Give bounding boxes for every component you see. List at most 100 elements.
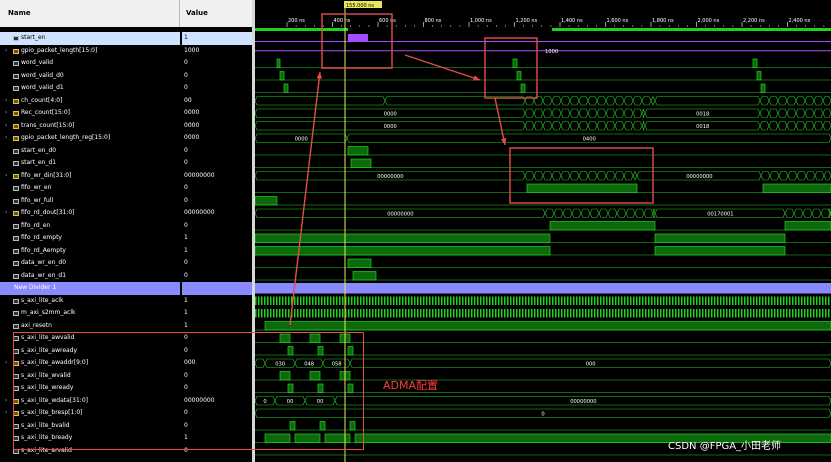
signal-name-cell[interactable]: word_valid_d0: [0, 70, 180, 83]
signal-name-cell[interactable]: start_en: [0, 32, 180, 45]
signal-row[interactable]: fifo_wr_en 0: [0, 182, 256, 195]
signal-row[interactable]: › gpio_packet_length[15:0] 1000: [0, 45, 256, 58]
signal-name-cell[interactable]: m_axi_s2mm_aclk: [0, 307, 180, 320]
signal-name-cell[interactable]: › s_axi_lite_awaddr[9:0]: [0, 357, 180, 370]
signal-value: 0: [184, 409, 188, 416]
signal-name-cell[interactable]: word_valid_d1: [0, 82, 180, 95]
bit-signal-icon: [13, 336, 19, 341]
expand-arrow-icon[interactable]: ›: [5, 357, 7, 370]
signal-row[interactable]: s_axi_lite_awvalid 0: [0, 332, 256, 345]
signal-name-cell[interactable]: s_axi_lite_wvalid: [0, 370, 180, 383]
m-axi-s2mm-aclk-pulse: [612, 309, 614, 318]
signal-name-cell[interactable]: › fifo_rd_dout[31:0]: [0, 207, 180, 220]
signal-row[interactable]: s_axi_lite_wvalid 0: [0, 370, 256, 383]
rec-count-bus-segment: [786, 108, 797, 118]
signal-row[interactable]: start_en_d1 0: [0, 157, 256, 170]
signal-name-cell[interactable]: New Divider 1: [0, 282, 180, 295]
signal-name-cell[interactable]: s_axi_lite_bvalid: [0, 420, 180, 433]
s-axi-lite-aclk-pulse: [414, 296, 416, 305]
signal-name-cell[interactable]: › gpio_packet_length_reg[15:0]: [0, 132, 180, 145]
expand-arrow-icon[interactable]: ›: [5, 170, 7, 183]
signal-name-cell[interactable]: › s_axi_lite_bresp[1:0]: [0, 407, 180, 420]
signal-name-cell[interactable]: fifo_wr_full: [0, 195, 180, 208]
signal-name-cell[interactable]: data_wr_en_d0: [0, 257, 180, 270]
m-axi-s2mm-aclk-pulse: [582, 309, 584, 318]
m-axi-s2mm-aclk-pulse: [579, 309, 581, 318]
expand-arrow-icon[interactable]: ›: [5, 95, 7, 108]
signal-row[interactable]: › fifo_wr_din[31:0] 00000000: [0, 170, 256, 183]
signal-row[interactable]: data_wr_en_d0 0: [0, 257, 256, 270]
signal-name-cell[interactable]: s_axi_lite_aclk: [0, 295, 180, 308]
signal-name-cell[interactable]: s_axi_lite_awvalid: [0, 332, 180, 345]
signal-row[interactable]: data_wr_en_d1 0: [0, 270, 256, 283]
expand-arrow-icon[interactable]: ›: [5, 395, 7, 408]
signal-name-cell[interactable]: › ch_count[4:0]: [0, 95, 180, 108]
signal-row[interactable]: s_axi_lite_arvalid 0: [0, 445, 256, 458]
expand-arrow-icon[interactable]: ›: [5, 132, 7, 145]
signal-name-cell[interactable]: fifo_wr_en: [0, 182, 180, 195]
signal-row[interactable]: › fifo_rd_dout[31:0] 00000000: [0, 207, 256, 220]
signal-row[interactable]: s_axi_lite_bready 1: [0, 432, 256, 445]
signal-name-cell[interactable]: s_axi_lite_wready: [0, 382, 180, 395]
signal-row[interactable]: start_en 1: [0, 32, 256, 45]
signal-row[interactable]: s_axi_lite_awready 0: [0, 345, 256, 358]
expand-arrow-icon[interactable]: ›: [5, 45, 7, 58]
value-column-header[interactable]: Value: [180, 0, 256, 27]
signal-name-cell[interactable]: › trans_count[15:0]: [0, 120, 180, 133]
waveform-canvas[interactable]: 200 ns 400 ns 600 ns 800 ns 1,000 ns 1,200 ns…: [255, 0, 831, 462]
signal-row[interactable]: › trans_count[15:0] 0000: [0, 120, 256, 133]
expand-arrow-icon[interactable]: ›: [5, 207, 7, 220]
signal-row[interactable]: word_valid 0: [0, 57, 256, 70]
expand-arrow-icon[interactable]: ›: [5, 120, 7, 133]
signal-row[interactable]: › s_axi_lite_awaddr[9:0] 000: [0, 357, 256, 370]
signal-row[interactable]: fifo_wr_full 0: [0, 195, 256, 208]
awaddr-bus-value: 048: [304, 361, 314, 367]
signal-name-cell[interactable]: fifo_rd_empty: [0, 232, 180, 245]
m-axi-s2mm-aclk-pulse: [420, 309, 422, 318]
m-axi-s2mm-aclk-pulse: [597, 309, 599, 318]
waveform-panel[interactable]: 200 ns 400 ns 600 ns 800 ns 1,000 ns 1,200 ns…: [255, 0, 831, 462]
signal-row[interactable]: fifo_rd_empty 1: [0, 232, 256, 245]
signal-row[interactable]: › s_axi_lite_bresp[1:0] 0: [0, 407, 256, 420]
signal-row[interactable]: s_axi_lite_aclk 1: [0, 295, 256, 308]
trans-count-bus-segment: [777, 121, 788, 131]
signal-name-cell[interactable]: start_en_d0: [0, 145, 180, 158]
signal-row[interactable]: › s_axi_lite_wdata[31:0] 00000000: [0, 395, 256, 408]
signal-name: s_axi_lite_awaddr[9:0]: [21, 359, 89, 366]
expand-arrow-icon[interactable]: ›: [5, 107, 7, 120]
m-axi-s2mm-aclk-pulse: [270, 309, 272, 318]
signal-row[interactable]: axi_resetn 1: [0, 320, 256, 333]
signal-name-cell[interactable]: word_valid: [0, 57, 180, 70]
signal-row[interactable]: › ch_count[4:0] 00: [0, 95, 256, 108]
signal-name-cell[interactable]: › s_axi_lite_wdata[31:0]: [0, 395, 180, 408]
signal-row[interactable]: s_axi_lite_bvalid 0: [0, 420, 256, 433]
signal-name-cell[interactable]: fifo_rd_Aempty: [0, 245, 180, 258]
signal-name-cell[interactable]: axi_resetn: [0, 320, 180, 333]
signal-row[interactable]: s_axi_lite_wready 0: [0, 382, 256, 395]
expand-arrow-icon[interactable]: ›: [5, 407, 7, 420]
signal-row[interactable]: word_valid_d1 0: [0, 82, 256, 95]
signal-name-cell[interactable]: data_wr_en_d1: [0, 270, 180, 283]
signal-name-cell[interactable]: s_axi_lite_bready: [0, 432, 180, 445]
signal-row[interactable]: m_axi_s2mm_aclk 1: [0, 307, 256, 320]
signal-name-cell[interactable]: start_en_d1: [0, 157, 180, 170]
m-axi-s2mm-aclk-pulse: [417, 309, 419, 318]
signal-row[interactable]: › gpio_packet_length_reg[15:0] 0000: [0, 132, 256, 145]
signal-name-cell[interactable]: › fifo_wr_din[31:0]: [0, 170, 180, 183]
m-axi-s2mm-aclk-pulse: [513, 309, 515, 318]
signal-name-cell[interactable]: s_axi_lite_arvalid: [0, 445, 180, 458]
signal-name-cell[interactable]: › gpio_packet_length[15:0]: [0, 45, 180, 58]
signal-name-cell[interactable]: s_axi_lite_awready: [0, 345, 180, 358]
signal-row[interactable]: › Rec_count[15:0] 0000: [0, 107, 256, 120]
m-axi-s2mm-aclk-pulse: [297, 309, 299, 318]
signal-row[interactable]: word_valid_d0 0: [0, 70, 256, 83]
fifo-rd-dout-bus-segment: [784, 208, 795, 218]
signal-row[interactable]: fifo_rd_Aempty 1: [0, 245, 256, 258]
signal-row[interactable]: fifo_rd_en 0: [0, 220, 256, 233]
signal-name-cell[interactable]: › Rec_count[15:0]: [0, 107, 180, 120]
signal-row[interactable]: New Divider 1: [0, 282, 256, 295]
m-axi-s2mm-aclk-pulse: [738, 309, 740, 318]
name-column-header[interactable]: Name: [0, 0, 180, 27]
signal-row[interactable]: start_en_d0 0: [0, 145, 256, 158]
signal-name-cell[interactable]: fifo_rd_en: [0, 220, 180, 233]
